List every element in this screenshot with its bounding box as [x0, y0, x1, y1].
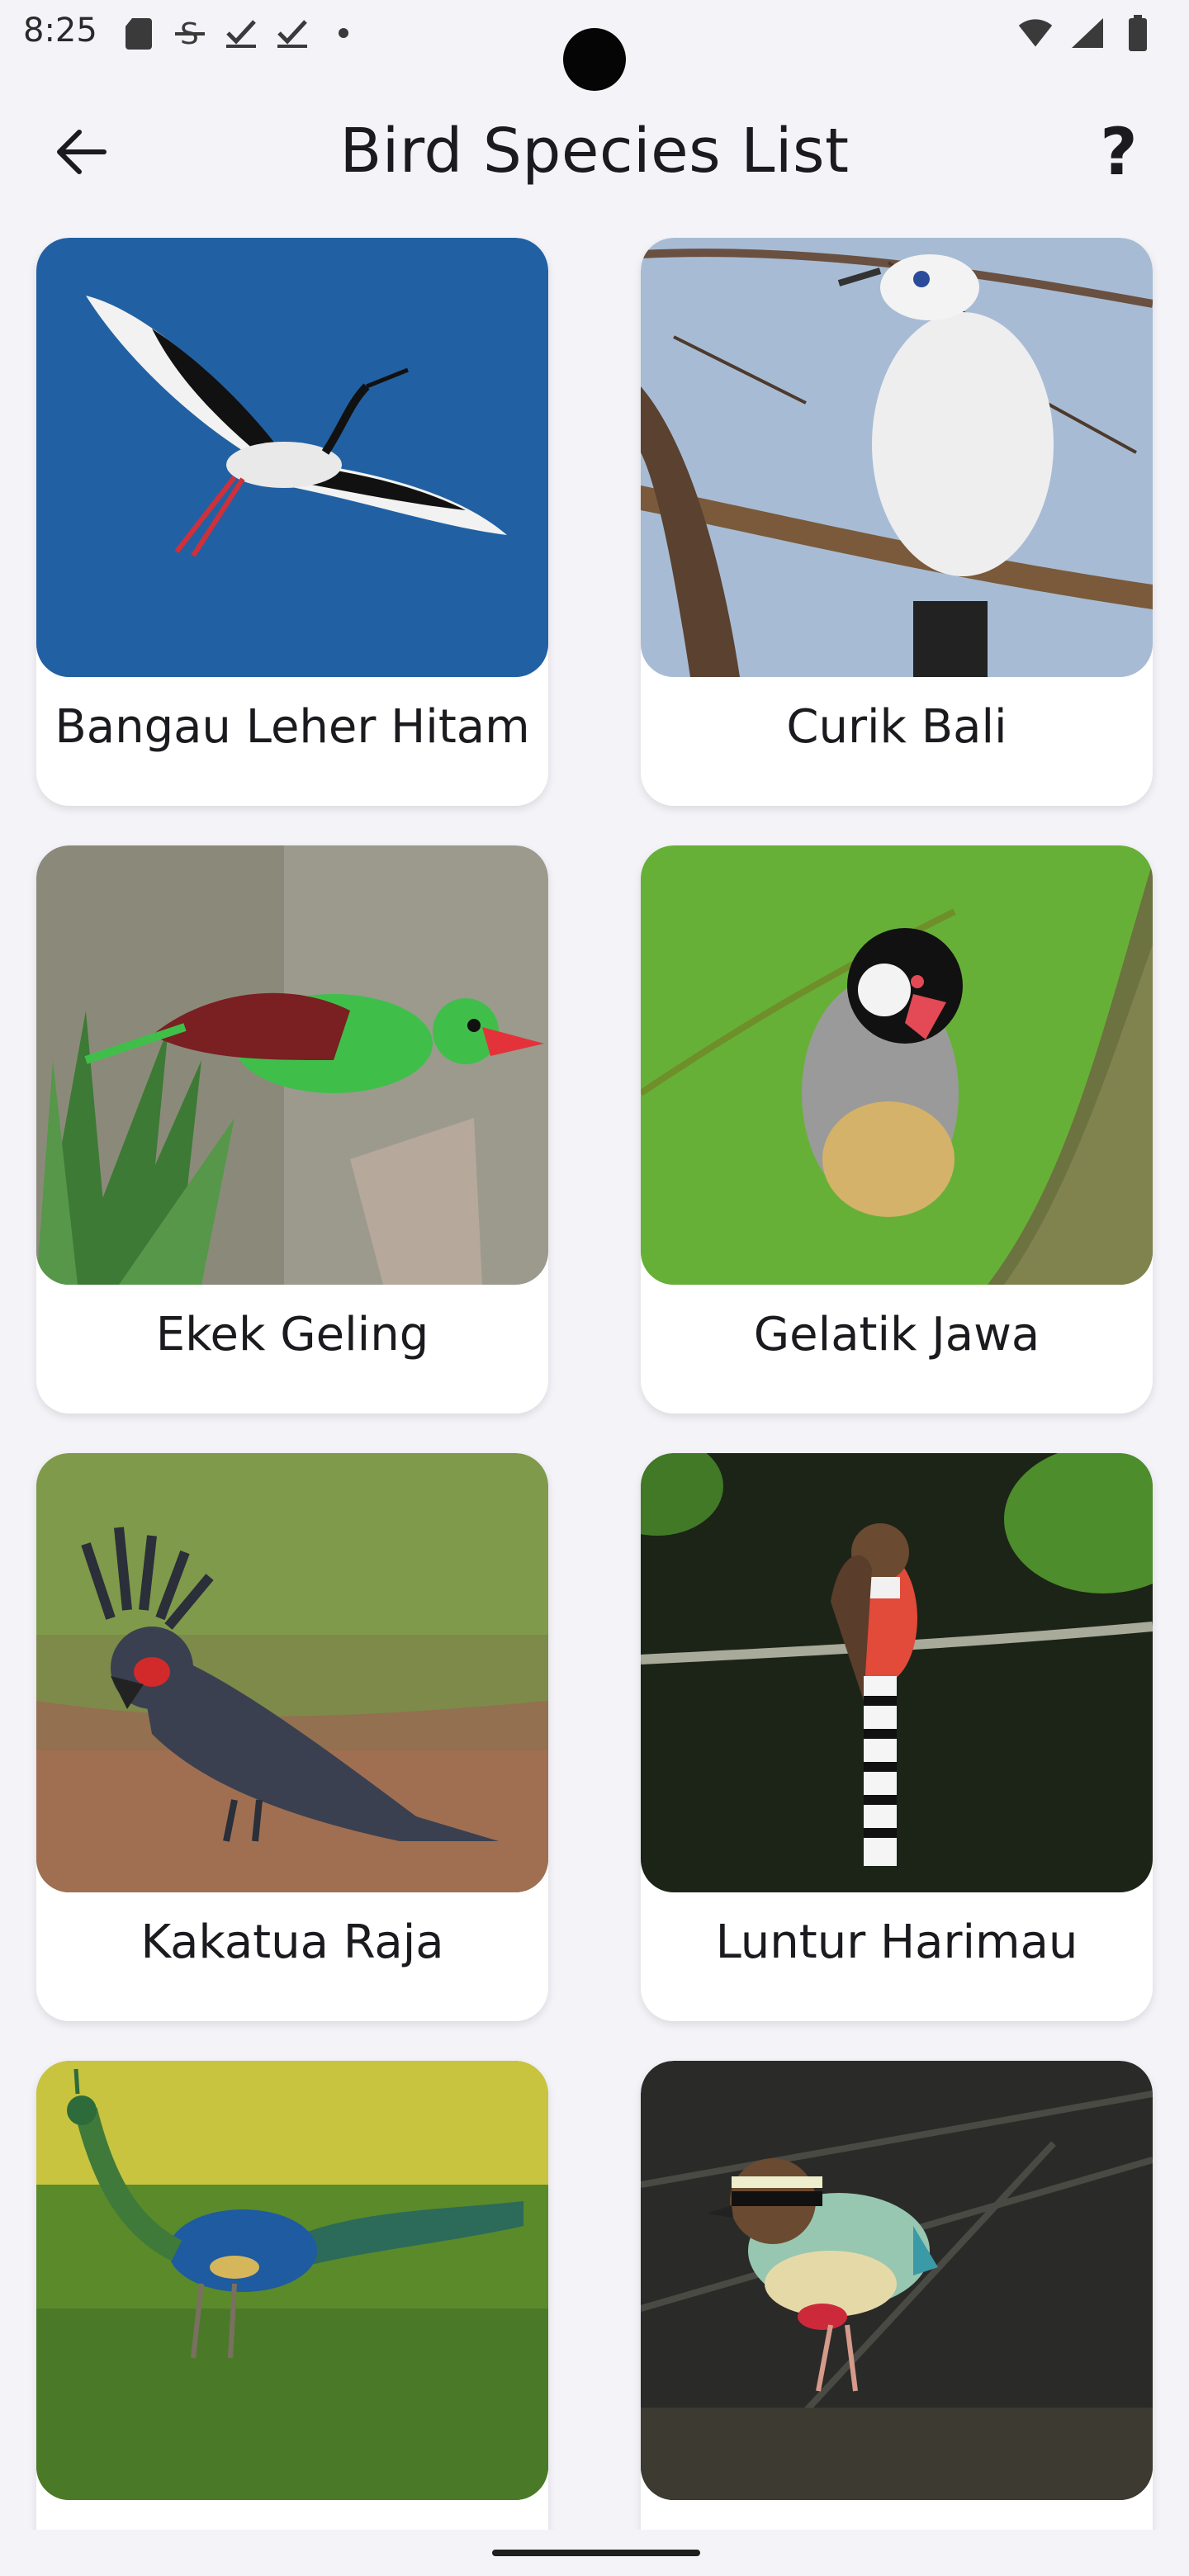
bird-name: Kakatua Raja	[140, 1915, 444, 1969]
bird-image	[641, 1453, 1153, 1892]
bird-card[interactable]: Gelatik Jawa	[641, 845, 1153, 1413]
bird-image	[641, 238, 1153, 677]
bird-image	[641, 2061, 1153, 2500]
app-bar: Bird Species List ?	[0, 91, 1189, 215]
bird-card[interactable]: Bangau Leher Hitam	[36, 238, 548, 806]
bird-card[interactable]	[36, 2061, 548, 2530]
signal-icon	[1068, 15, 1105, 51]
wifi-icon	[1017, 15, 1054, 51]
dot-icon	[325, 15, 362, 51]
bird-name: Ekek Geling	[155, 1308, 429, 1361]
bird-name: Curik Bali	[786, 700, 1007, 754]
page-title: Bird Species List	[339, 116, 850, 187]
sd-card-icon	[121, 15, 157, 51]
bird-card[interactable]: Kakatua Raja	[36, 1453, 548, 2021]
home-indicator[interactable]	[492, 2550, 700, 2556]
bird-card[interactable]: Luntur Harimau	[641, 1453, 1153, 2021]
help-button[interactable]: ?	[1082, 116, 1156, 190]
status-time: 8:25	[23, 12, 97, 50]
bird-image	[641, 845, 1153, 1285]
bird-card[interactable]	[641, 2061, 1153, 2530]
bird-name: Luntur Harimau	[715, 1915, 1078, 1969]
bird-image	[36, 238, 548, 677]
bird-image	[36, 2061, 548, 2500]
bird-name: Bangau Leher Hitam	[54, 700, 530, 754]
bird-card[interactable]: Ekek Geling	[36, 845, 548, 1413]
check-download-icon	[223, 15, 259, 51]
battery-icon	[1120, 15, 1156, 51]
bird-name: Gelatik Jawa	[753, 1308, 1040, 1361]
strikethrough-s-icon: S	[172, 15, 208, 51]
system-icons	[1017, 15, 1156, 51]
check-download-icon	[274, 15, 310, 51]
bird-image	[36, 1453, 548, 1892]
bird-image	[36, 845, 548, 1285]
bird-card[interactable]: Curik Bali	[641, 238, 1153, 806]
notification-icons: S	[121, 15, 362, 51]
camera-cutout	[563, 28, 626, 91]
bird-grid: Bangau Leher Hitam Curik Bali Ekek Gelin…	[0, 238, 1189, 2530]
status-bar: 8:25 S	[0, 0, 1189, 91]
